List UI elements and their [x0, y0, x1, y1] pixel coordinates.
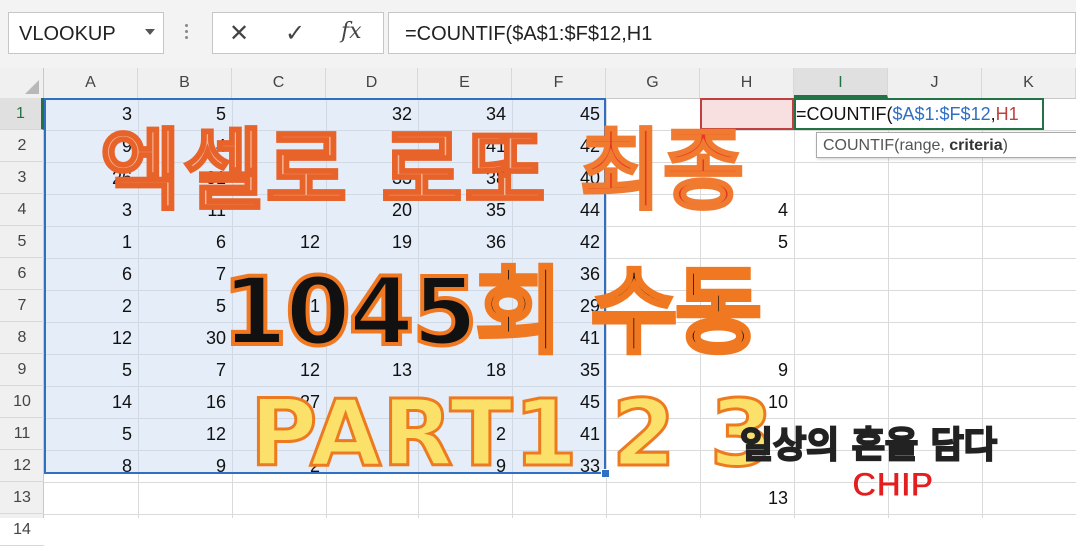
cell[interactable]: 5	[44, 354, 138, 386]
row-header-13[interactable]: 13	[0, 482, 44, 514]
row-header-10[interactable]: 10	[0, 386, 44, 418]
row-header-9[interactable]: 9	[0, 354, 44, 386]
cell[interactable]: 16	[138, 386, 232, 418]
cell[interactable]: 1	[44, 226, 138, 258]
overlay-title-b: 최종	[579, 118, 746, 224]
grid-hline	[44, 514, 1076, 515]
tooltip-arg1: range,	[899, 137, 950, 154]
column-header-h[interactable]: H	[700, 68, 794, 98]
overlay-tagline: 일상의 혼을 담다	[739, 424, 998, 467]
formula-input[interactable]: =COUNTIF($A$1:$F$12,H1	[388, 12, 1076, 54]
cell[interactable]: 8	[44, 450, 138, 482]
row-header-7[interactable]: 7	[0, 290, 44, 322]
cell[interactable]: 30	[138, 322, 232, 354]
column-header-k[interactable]: K	[982, 68, 1076, 98]
row-header-3[interactable]: 3	[0, 162, 44, 194]
chevron-down-icon[interactable]	[145, 29, 155, 35]
cell[interactable]: 9	[138, 450, 232, 482]
active-edit-cell[interactable]: =COUNTIF($A$1:$F$12,H1	[794, 98, 1044, 130]
tooltip-fn: COUNTIF(	[823, 137, 900, 154]
column-header-d[interactable]: D	[326, 68, 418, 98]
row-header-8[interactable]: 8	[0, 322, 44, 354]
row-header-6[interactable]: 6	[0, 258, 44, 290]
overlay-title-a: 엑셀로 로또	[98, 118, 581, 224]
insert-function-icon[interactable]: fx	[341, 19, 362, 44]
formula-text: =COUNTIF($A$1:$F$12,H1	[405, 23, 653, 45]
column-header-f[interactable]: F	[512, 68, 606, 98]
cell[interactable]: 12	[138, 418, 232, 450]
cell[interactable]: 5	[138, 290, 232, 322]
enter-icon[interactable]: ✓	[285, 19, 305, 48]
overlay-subtitle: 1045회 수동	[220, 256, 764, 369]
edit-range-start: $A$1:	[892, 104, 940, 124]
column-header-j[interactable]: J	[888, 68, 982, 98]
column-header-g[interactable]: G	[606, 68, 700, 98]
edit-prefix: =COUNTIF(	[796, 104, 893, 124]
drag-handle-icon[interactable]	[185, 22, 189, 44]
name-box-value: VLOOKUP	[19, 23, 116, 45]
row-header-4[interactable]: 4	[0, 194, 44, 226]
cell[interactable]: 7	[138, 258, 232, 290]
column-header-b[interactable]: B	[138, 68, 232, 98]
edit-ref: H1	[995, 104, 1019, 124]
function-tooltip: COUNTIF(range, criteria)	[816, 132, 1076, 158]
edit-range-end: $F$12	[939, 104, 991, 124]
row-headers: 1 2 3 4 5 6 7 8 9 10 11 12 13 14	[0, 98, 44, 546]
cell[interactable]: 5	[44, 418, 138, 450]
formula-bar: VLOOKUP ✕ ✓ fx =COUNTIF($A$1:$F$12,H1	[0, 0, 1076, 69]
row-header-12[interactable]: 12	[0, 450, 44, 482]
cell[interactable]: 12	[44, 322, 138, 354]
cell[interactable]: 6	[44, 258, 138, 290]
row-header-2[interactable]: 2	[0, 130, 44, 162]
cell-h[interactable]: 14	[700, 514, 794, 518]
row-header-14[interactable]: 14	[0, 514, 44, 546]
cell[interactable]: 6	[138, 226, 232, 258]
overlay-title: 엑셀로 로또 최종	[98, 100, 746, 227]
overlay-part: PART1 2 3	[249, 379, 776, 489]
column-header-e[interactable]: E	[418, 68, 512, 98]
overlay-brand: CHIP	[851, 466, 934, 505]
cell[interactable]: 2	[44, 290, 138, 322]
name-box[interactable]: VLOOKUP	[8, 12, 164, 54]
row-header-5[interactable]: 5	[0, 226, 44, 258]
formula-actions: ✕ ✓ fx	[212, 12, 384, 54]
select-all-button[interactable]	[0, 68, 44, 98]
cell[interactable]: 7	[138, 354, 232, 386]
column-header-c[interactable]: C	[232, 68, 326, 98]
cancel-icon[interactable]: ✕	[229, 19, 249, 48]
column-headers: ABCDEFGHIJK	[0, 68, 1076, 99]
tooltip-arg2: criteria	[949, 137, 1003, 154]
column-header-a[interactable]: A	[44, 68, 138, 98]
tooltip-close: )	[1002, 137, 1008, 154]
row-header-1[interactable]: 1	[0, 98, 44, 130]
cell[interactable]: 14	[44, 386, 138, 418]
column-header-i[interactable]: I	[794, 68, 888, 98]
row-header-11[interactable]: 11	[0, 418, 44, 450]
